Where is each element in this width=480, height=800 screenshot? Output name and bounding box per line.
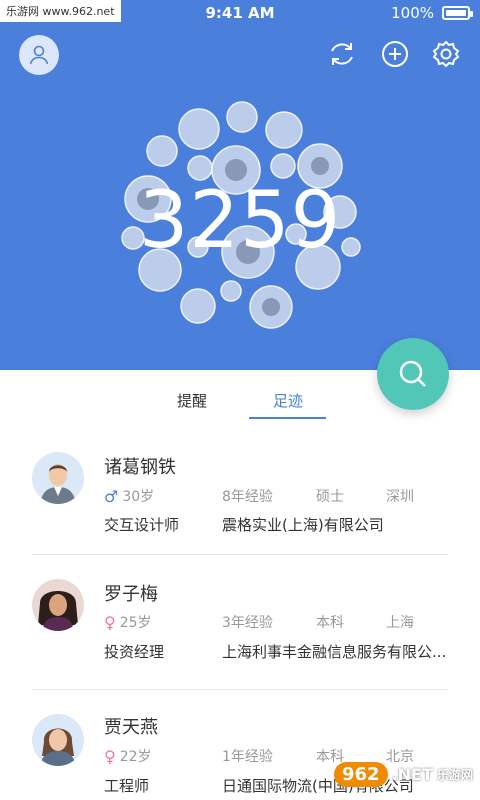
add-button[interactable] bbox=[380, 39, 410, 69]
person-experience: 1年经验 bbox=[222, 749, 273, 765]
person-meta: ♂ 30岁 8年经验 硕士 深圳 bbox=[104, 486, 414, 506]
list-item[interactable]: 诸葛钢铁 ♂ 30岁 8年经验 硕士 深圳 交互设计师 震格实业(上海)有限公司 bbox=[0, 420, 480, 555]
female-icon: ♀ bbox=[104, 612, 116, 632]
bubble-avatar bbox=[226, 101, 258, 133]
person-company: 震格实业(上海)有限公司 bbox=[222, 516, 384, 534]
tab-indicator bbox=[249, 417, 326, 419]
refresh-icon bbox=[331, 43, 353, 65]
user-count: 3259 bbox=[138, 176, 342, 266]
person-experience: 8年经验 bbox=[222, 489, 273, 505]
person-title: 工程师 bbox=[104, 777, 150, 795]
status-bar: 乐游网 www.962.net 9:41 AM 100% bbox=[0, 0, 480, 26]
bubble-avatar bbox=[146, 135, 178, 167]
bubble-avatar bbox=[180, 288, 216, 324]
refresh-button[interactable] bbox=[327, 39, 357, 69]
watermark-badge: 962 bbox=[334, 761, 388, 787]
avatar bbox=[32, 452, 84, 504]
person-education: 本科 bbox=[316, 615, 344, 631]
person-education: 硕士 bbox=[316, 489, 344, 505]
person-name: 诸葛钢铁 bbox=[104, 457, 176, 478]
person-age: 22岁 bbox=[119, 749, 152, 765]
battery-text: 100% bbox=[391, 4, 434, 22]
male-icon: ♂ bbox=[104, 486, 119, 506]
person-title: 投资经理 bbox=[104, 643, 165, 661]
add-icon bbox=[382, 41, 408, 67]
user-icon bbox=[29, 45, 49, 65]
person-name: 贾天燕 bbox=[104, 717, 158, 738]
avatar bbox=[32, 714, 84, 766]
header: 乐游网 www.962.net 9:41 AM 100% 3259 bbox=[0, 0, 480, 370]
settings-button[interactable] bbox=[431, 39, 461, 69]
watermark-sub: 乐游网 bbox=[436, 767, 473, 782]
bubble-avatar bbox=[220, 280, 242, 302]
tab-reminders[interactable]: 提醒 bbox=[177, 390, 207, 411]
tab-bar: 提醒 足迹 bbox=[0, 370, 480, 420]
status-battery: 100% bbox=[391, 4, 473, 22]
person-age: 30岁 bbox=[122, 489, 155, 505]
avatar bbox=[32, 579, 84, 631]
bubble-avatar bbox=[265, 111, 303, 149]
female-icon: ♀ bbox=[104, 746, 116, 766]
bubble-avatar bbox=[178, 108, 220, 150]
watermark-text: .NET bbox=[391, 764, 433, 784]
tab-footprints[interactable]: 足迹 bbox=[273, 390, 303, 411]
bubble-avatar bbox=[270, 153, 296, 179]
person-city: 上海 bbox=[386, 615, 414, 631]
person-city: 深圳 bbox=[386, 489, 414, 505]
battery-icon bbox=[442, 6, 473, 20]
person-meta: ♀ 25岁 3年经验 本科 上海 bbox=[104, 612, 414, 632]
person-company: 上海利事丰金融信息服务有限公... bbox=[222, 643, 447, 661]
profile-button[interactable] bbox=[19, 35, 59, 75]
person-title: 交互设计师 bbox=[104, 516, 180, 534]
person-age: 25岁 bbox=[119, 615, 152, 631]
settings-icon bbox=[432, 40, 460, 68]
list-item[interactable]: 罗子梅 ♀ 25岁 3年经验 本科 上海 投资经理 上海利事丰金融信息服务有限公… bbox=[0, 555, 480, 690]
watermark-logo: 962 .NET 乐游网 bbox=[334, 754, 474, 794]
person-experience: 3年经验 bbox=[222, 615, 273, 631]
person-name: 罗子梅 bbox=[104, 584, 158, 605]
